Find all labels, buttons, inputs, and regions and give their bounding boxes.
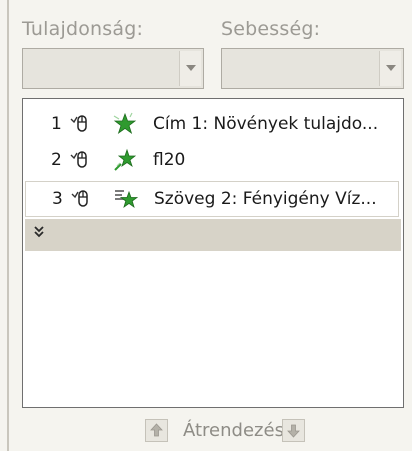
reorder-controls: Átrendezés [0,418,412,448]
move-down-button[interactable] [282,419,305,442]
custom-animation-pane: Tulajdonság: Sebesség: 1 Cím 1: Növények… [0,0,412,451]
reorder-label: Átrendezés [183,420,284,441]
animation-item[interactable]: 2 fl20 [23,142,403,178]
mouse-click-icon [70,115,87,132]
speed-dropdown-button[interactable] [379,51,401,86]
speed-label: Sebesség: [221,18,321,40]
speed-dropdown[interactable] [221,48,404,89]
chevron-down-icon [186,65,196,71]
double-chevron-down-icon[interactable] [33,225,45,243]
expand-contents-bar[interactable] [25,219,401,251]
entrance-effect-star-icon [113,112,137,135]
animation-item-label: fl20 [153,150,186,170]
animation-item-label: Cím 1: Növények tulajdo... [153,114,379,134]
animation-order-number: 3 [52,189,63,209]
mouse-click-icon [70,151,87,168]
entrance-effect-star-icon [115,190,138,209]
chevron-down-icon [386,65,396,71]
animation-item-selected[interactable]: 3 Szöveg 2: Fényigény Víz... [25,181,399,217]
mouse-click-icon [71,190,88,207]
property-dropdown-button[interactable] [179,51,201,86]
animation-list[interactable]: 1 Cím 1: Növények tulajdo... 2 fl20 3 Sz… [22,98,404,408]
entrance-effect-star-icon [114,148,137,171]
animation-item-label: Szöveg 2: Fényigény Víz... [154,189,377,209]
property-label: Tulajdonság: [22,18,144,40]
animation-order-number: 2 [51,150,62,170]
animation-order-number: 1 [51,114,62,134]
animation-item[interactable]: 1 Cím 1: Növények tulajdo... [23,106,403,142]
pane-border [7,0,9,451]
property-dropdown[interactable] [22,48,204,89]
arrow-up-icon [150,423,163,437]
move-up-button[interactable] [145,419,168,442]
arrow-down-icon [287,424,300,438]
